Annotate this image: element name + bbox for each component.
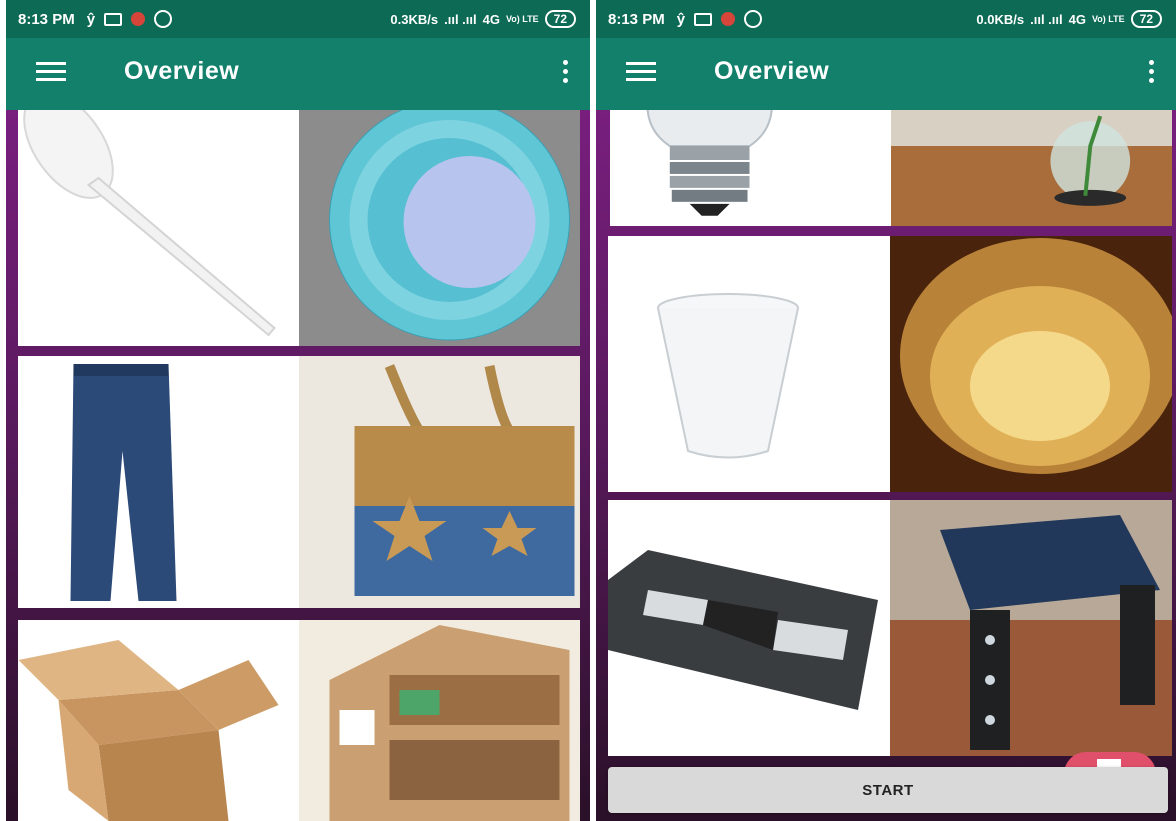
hamburger-menu-icon[interactable] (36, 62, 66, 82)
app-bar: Overview (6, 38, 590, 110)
whatsapp-icon (744, 10, 763, 28)
more-vert-icon[interactable] (1149, 60, 1154, 87)
dollhouse-image (299, 620, 580, 821)
page-title: Overview (714, 57, 830, 85)
denim-bag-image (299, 356, 580, 608)
spoon-illustration (23, 91, 276, 337)
denim-bag-illustration (299, 356, 580, 608)
spoon-mirror-image (299, 90, 580, 346)
left-phone-screen: 8:13 PM ŷ 0.3KB/s .ııl .ııl 4G Vo) LTE 7… (6, 0, 590, 821)
gallery-icon (694, 12, 713, 26)
tile-spoon[interactable] (18, 90, 580, 346)
signal-icon: .ııl .ııl (1030, 11, 1063, 27)
cup-lamp-illustration (890, 236, 1172, 492)
tile-vhs-cassette[interactable] (608, 500, 1172, 756)
tile-cardboard[interactable] (18, 620, 580, 821)
cardboard-box-illustration (18, 640, 279, 821)
network-speed: 0.3KB/s (390, 11, 439, 27)
app-bar: Overview (596, 38, 1176, 110)
more-vert-icon[interactable] (563, 60, 568, 87)
plastic-cup-image (608, 236, 890, 492)
chrome-icon (721, 12, 736, 26)
chrome-icon (131, 12, 146, 26)
network-speed: 0.0KB/s (976, 11, 1025, 27)
whatsapp-icon (154, 10, 173, 28)
right-phone-screen: START 8:13 PM ŷ 0.0KB/s .ııl .ııl 4G Vo)… (596, 0, 1176, 821)
volte-indicator: Vo) LTE (505, 13, 539, 24)
spoon-image (18, 90, 299, 346)
cassette-table-illustration (890, 500, 1172, 756)
notification-glyph-icon: ŷ (676, 10, 686, 28)
hamburger-menu-icon[interactable] (626, 62, 656, 82)
battery-level: 72 (1130, 10, 1162, 28)
battery-level: 72 (544, 10, 576, 28)
jeans-illustration (70, 364, 177, 601)
tile-plastic-cup[interactable] (608, 236, 1172, 492)
status-time: 8:13 PM (18, 10, 75, 28)
status-bar: 8:13 PM ŷ 0.0KB/s .ııl .ııl 4G Vo) LTE 7… (596, 0, 1176, 38)
tile-jeans[interactable] (18, 356, 580, 608)
network-type: 4G (482, 11, 500, 27)
network-type: 4G (1068, 11, 1086, 27)
plastic-cup-illustration (657, 293, 799, 459)
jeans-image (18, 356, 299, 608)
cup-lamp-image (890, 236, 1172, 492)
status-time: 8:13 PM (608, 10, 665, 28)
vhs-cassette-image (608, 500, 890, 756)
volte-indicator: Vo) LTE (1091, 13, 1125, 24)
status-bar: 8:13 PM ŷ 0.3KB/s .ııl .ııl 4G Vo) LTE 7… (6, 0, 590, 38)
vhs-cassette-illustration (608, 550, 878, 710)
signal-icon: .ııl .ııl (444, 11, 477, 27)
notification-glyph-icon: ŷ (86, 10, 96, 28)
page-title: Overview (124, 57, 240, 85)
cassette-table-image (890, 500, 1172, 756)
start-button[interactable]: START (608, 767, 1168, 813)
gallery-icon (104, 12, 123, 26)
spoon-mirror-illustration (299, 90, 580, 346)
cardboard-box-image (18, 620, 299, 821)
dollhouse-illustration (299, 620, 580, 821)
